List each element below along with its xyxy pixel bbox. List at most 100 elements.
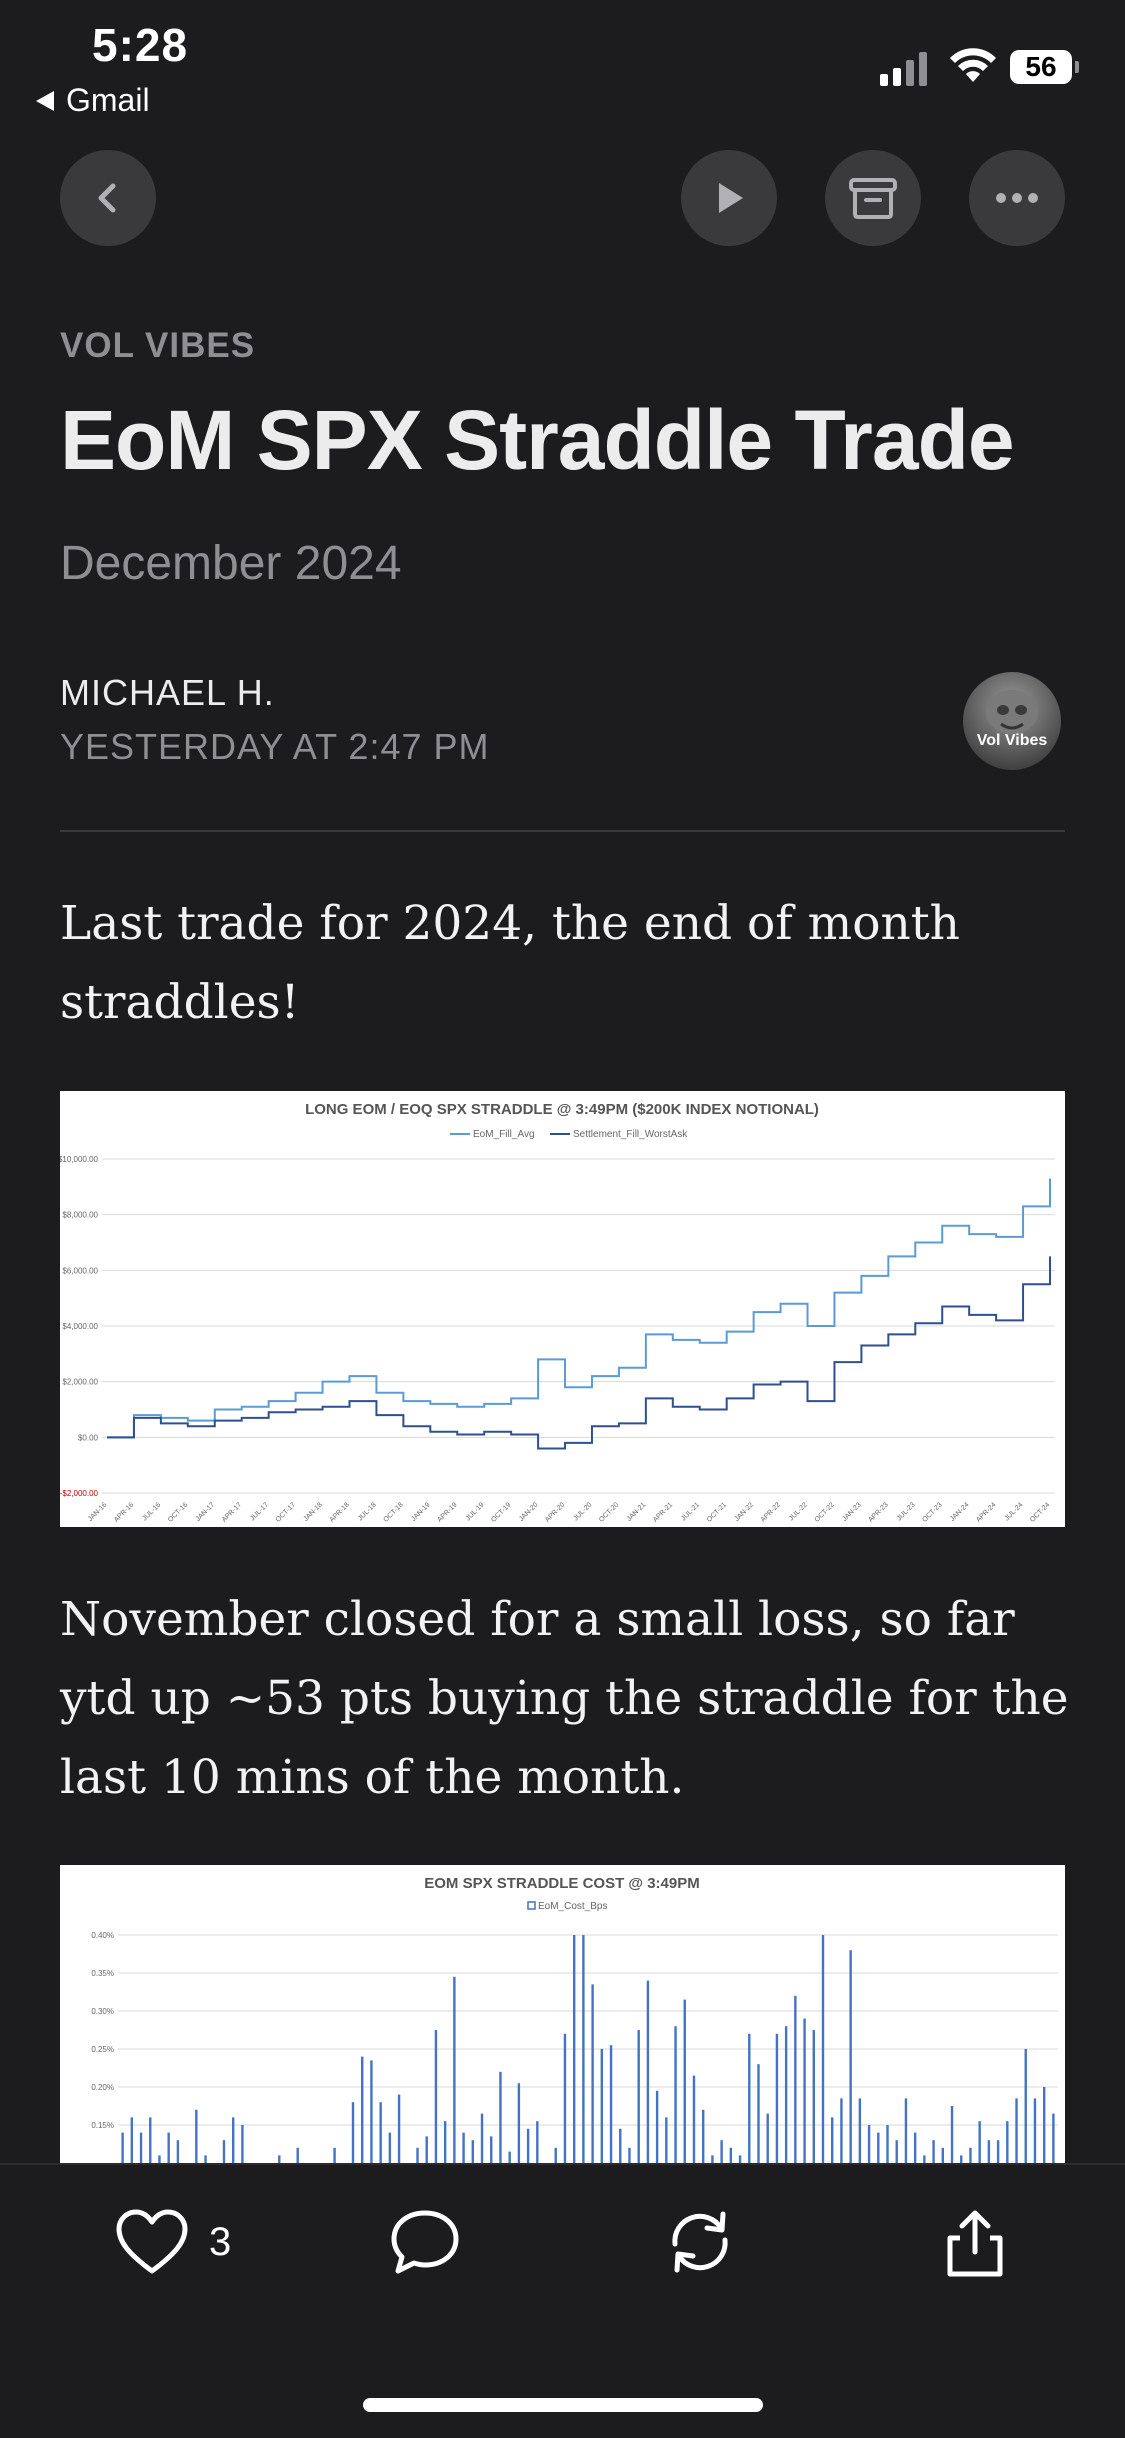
bar [149,2117,152,2163]
back-button[interactable] [60,150,156,246]
wifi-icon [950,48,996,82]
x-tick-label: OCT-16 [167,1501,189,1523]
bar [1033,2098,1037,2163]
x-tick-label: JUL-20 [572,1501,593,1522]
bar [370,2060,373,2163]
chart-legend: EoM_Fill_Avg Settlement_Fill_WorstAsk [450,1129,688,1140]
bar [821,1935,825,2163]
bar [1052,2113,1055,2163]
bar [434,2030,438,2163]
bar [978,2121,981,2163]
y-tick-label: $6,000.00 [62,1266,98,1275]
bar [231,2117,235,2163]
bar [490,2136,493,2163]
home-indicator[interactable] [363,2398,763,2412]
post-subtitle: December 2024 [60,537,402,590]
y-tick-label: 0.35% [91,1969,114,1978]
x-tick-label: APR-19 [436,1501,458,1523]
more-options-button[interactable] [969,150,1065,246]
bar [996,2140,1000,2163]
bar [665,2117,668,2163]
bar [784,2026,788,2163]
x-tick-label: JAN-19 [410,1501,432,1523]
play-button[interactable] [681,150,777,246]
y-tick-label: 0.15% [91,2121,114,2130]
bar-chart-image[interactable]: EOM SPX STRADDLE COST @ 3:49PM EoM_Cost_… [60,1865,1065,2163]
y-tick-label: 0.40% [91,1931,114,1940]
comment-button[interactable] [390,2208,460,2276]
bar [932,2140,935,2163]
ellipsis-icon [996,193,1038,203]
x-tick-label: JUL-23 [896,1501,917,1522]
publication-name[interactable]: VOL VIBES [60,326,255,366]
bar [416,2147,419,2163]
restack-button[interactable] [665,2208,735,2276]
avatar[interactable]: Vol Vibes [963,672,1061,770]
bar [969,2147,972,2163]
bar [609,2045,613,2163]
author-name[interactable]: MICHAEL H. [60,672,275,714]
bar [1024,2049,1027,2163]
avatar-face-icon [986,690,1038,734]
bar [480,2113,484,2163]
y-tick-label: 0.25% [91,2045,114,2054]
bar [471,2140,475,2163]
y-tick-label: $4,000.00 [62,1322,98,1331]
archive-button[interactable] [825,150,921,246]
like-count: 3 [209,2219,232,2264]
x-tick-label: OCT-19 [490,1501,512,1523]
x-tick-label: APR-16 [113,1501,135,1523]
bar [508,2151,511,2163]
bar [379,2102,382,2163]
like-button[interactable]: 3 [115,2208,231,2276]
bar [867,2125,871,2163]
avatar-label: Vol Vibes [976,732,1048,749]
x-tick-label: JAN-20 [518,1501,540,1523]
bar [895,2140,898,2163]
x-tick-label: JUL-22 [788,1501,809,1522]
bar [904,2098,908,2163]
bar [278,2155,281,2163]
comment-icon [391,2210,459,2274]
bar [204,2155,207,2163]
bar [600,2049,604,2163]
line-chart-image[interactable]: LONG EOM / EOQ SPX STRADDLE @ 3:49PM ($2… [58,1091,1065,1527]
x-tick-label: JAN-16 [87,1501,109,1523]
bar [536,2121,539,2163]
bar [121,2132,124,2163]
bar [646,1980,650,2163]
bar [794,1995,797,2163]
battery-icon: 56 [1010,50,1079,84]
bar [941,2147,945,2163]
x-tick-label: OCT-22 [814,1501,836,1523]
back-app-label: Gmail [66,82,150,118]
series-line-2 [107,1256,1051,1450]
share-button[interactable] [940,2208,1010,2280]
chart-title: LONG EOM / EOQ SPX STRADDLE @ 3:49PM ($2… [305,1101,819,1118]
bar [803,2018,806,2163]
x-tick-label: APR-21 [652,1501,674,1523]
bar-chart: EOM SPX STRADDLE COST @ 3:49PM EoM_Cost_… [91,1875,1058,2163]
bar [775,2033,779,2163]
bar [388,2132,392,2163]
y-tick-label: $8,000.00 [62,1211,98,1220]
bar [674,2026,677,2163]
chart-title: EOM SPX STRADDLE COST @ 3:49PM [424,1875,700,1892]
x-tick-label: APR-17 [221,1501,243,1523]
back-to-app-link[interactable]: Gmail [36,82,150,119]
bar [554,2147,557,2163]
x-tick-label: OCT-18 [383,1501,405,1523]
y-tick-label: $2,000.00 [62,1378,98,1387]
bar [683,1999,686,2163]
cellular-signal-icon [880,50,927,86]
y-tick-label: $0.00 [78,1433,99,1442]
body-paragraph-2: November closed for a small loss, so far… [60,1592,1069,1805]
bar [499,2071,502,2163]
bar [222,2140,226,2163]
x-tick-label: OCT-20 [598,1501,620,1523]
bar [453,1976,456,2163]
archive-icon [849,178,897,219]
bar [729,2147,733,2163]
bar [195,2109,198,2163]
x-tick-label: OCT-23 [921,1501,943,1523]
